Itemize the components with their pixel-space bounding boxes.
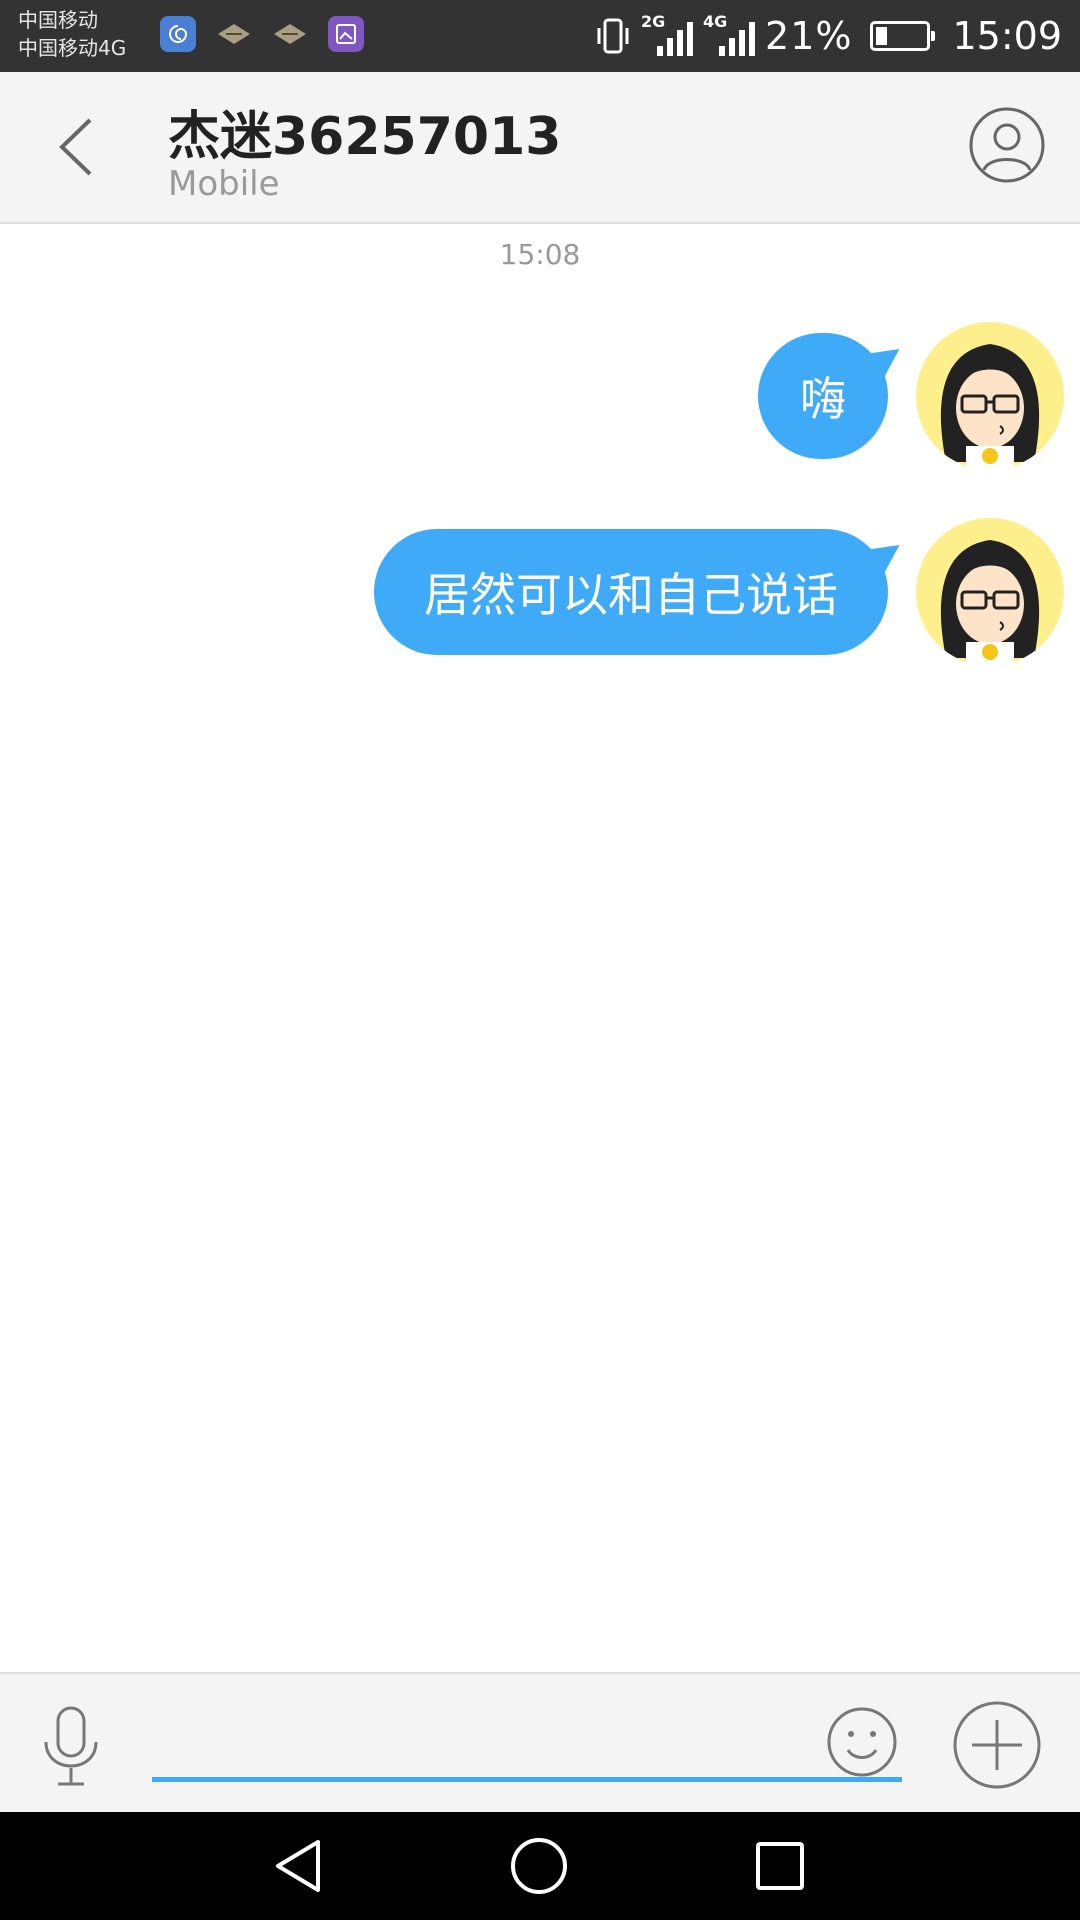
circle-home-icon xyxy=(511,1838,567,1894)
battery-percent: 21% xyxy=(765,14,853,58)
contact-status: Mobile xyxy=(168,164,280,204)
square-recents-icon xyxy=(756,1842,804,1890)
clock: 15:09 xyxy=(952,14,1062,58)
carrier-2: 中国移动4G xyxy=(18,36,127,60)
message-timestamp: 15:08 xyxy=(499,238,581,271)
smiley-icon xyxy=(827,1707,897,1777)
more-options-button[interactable] xyxy=(952,1700,1042,1790)
microphone-icon xyxy=(44,1706,98,1786)
emoji-button[interactable] xyxy=(826,1706,898,1778)
fan-icon xyxy=(216,16,252,52)
message-row: 居然可以和自己说话 xyxy=(374,518,1080,666)
avatar[interactable] xyxy=(916,322,1064,470)
message-text-input[interactable] xyxy=(152,1698,902,1782)
nav-home-button[interactable] xyxy=(509,1836,569,1896)
user-profile-icon xyxy=(969,107,1045,183)
avatar-image xyxy=(940,540,1040,666)
carrier-info: 中国移动 中国移动4G xyxy=(18,6,126,62)
voice-button[interactable] xyxy=(38,1704,104,1790)
carrier-1: 中国移动 xyxy=(18,8,98,32)
contact-name: 杰迷36257013 xyxy=(168,107,562,167)
nav-back-button[interactable] xyxy=(270,1836,330,1896)
notification-icons xyxy=(160,16,364,52)
chat-header: 杰迷36257013 Mobile xyxy=(0,72,1080,224)
chevron-left-icon xyxy=(59,118,92,176)
swirl-app-icon xyxy=(160,16,196,52)
signal-2g-icon: 2G xyxy=(641,12,694,60)
status-right: 2G 4G 21% 15:09 xyxy=(595,0,1062,72)
vibrate-icon xyxy=(597,18,629,54)
photo-icon xyxy=(328,16,364,52)
message-bubble[interactable]: 嗨 xyxy=(758,333,888,459)
signal-4g-icon: 4G xyxy=(703,12,756,60)
avatar[interactable] xyxy=(916,518,1064,666)
message-bubble[interactable]: 居然可以和自己说话 xyxy=(374,529,888,655)
message-input-bar xyxy=(0,1672,1080,1814)
message-row: 嗨 xyxy=(758,322,1080,470)
plus-circle-icon xyxy=(953,1701,1041,1789)
nav-recents-button[interactable] xyxy=(750,1836,810,1896)
avatar-image xyxy=(940,344,1040,470)
triangle-back-icon xyxy=(276,1840,320,1892)
fan-icon xyxy=(272,16,308,52)
status-bar: 中国移动 中国移动4G 2G 4G 21% 15:09 xyxy=(0,0,1080,72)
battery-icon xyxy=(870,21,936,51)
profile-button[interactable] xyxy=(968,106,1046,184)
system-nav-bar xyxy=(0,1812,1080,1920)
back-button[interactable] xyxy=(50,112,110,182)
battery-fill xyxy=(876,27,887,45)
